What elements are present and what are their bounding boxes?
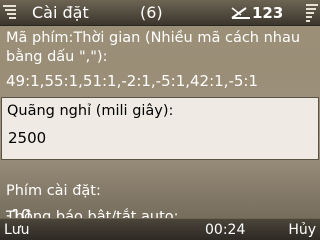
battery-icon [306, 4, 318, 22]
pause-interval-field[interactable]: Quãng nghỉ (mili giây): 2500 [1, 97, 319, 160]
key-code-input[interactable]: 49:1,55:1,51:1,-2:1,-5:1,42:1,-5:1 [6, 72, 258, 91]
pause-interval-label: Quãng nghỉ (mili giây): [7, 103, 174, 119]
notification-count: (6) [140, 3, 163, 22]
status-bar: Cài đặt (6) 123 [0, 0, 320, 26]
setting-key-label: Phím cài đặt: [6, 183, 101, 199]
softkey-bar: Lưu 00:24 Hủy [0, 218, 320, 240]
cancel-softkey[interactable]: Hủy [288, 221, 316, 239]
signal-bars-icon [3, 5, 16, 19]
save-softkey[interactable]: Lưu [4, 221, 30, 239]
auto-toggle-notification-label: Thông báo bật/tắt auto: [6, 209, 179, 218]
auto-toggle-notification-field[interactable]: Thông báo bật/tắt auto: [0, 204, 320, 218]
status-value: 123 [252, 4, 284, 22]
app-title: Cài đặt [32, 3, 89, 22]
settings-form: Mã phím:Thời gian (Nhiều mã cách nhau bằ… [0, 26, 320, 218]
key-code-field[interactable]: Mã phím:Thời gian (Nhiều mã cách nhau bằ… [0, 26, 320, 96]
envelope-icon [231, 7, 250, 19]
key-code-label: Mã phím:Thời gian (Nhiều mã cách nhau bằ… [6, 30, 301, 65]
clock: 00:24 [205, 222, 246, 238]
pause-interval-input[interactable]: 2500 [8, 129, 46, 148]
